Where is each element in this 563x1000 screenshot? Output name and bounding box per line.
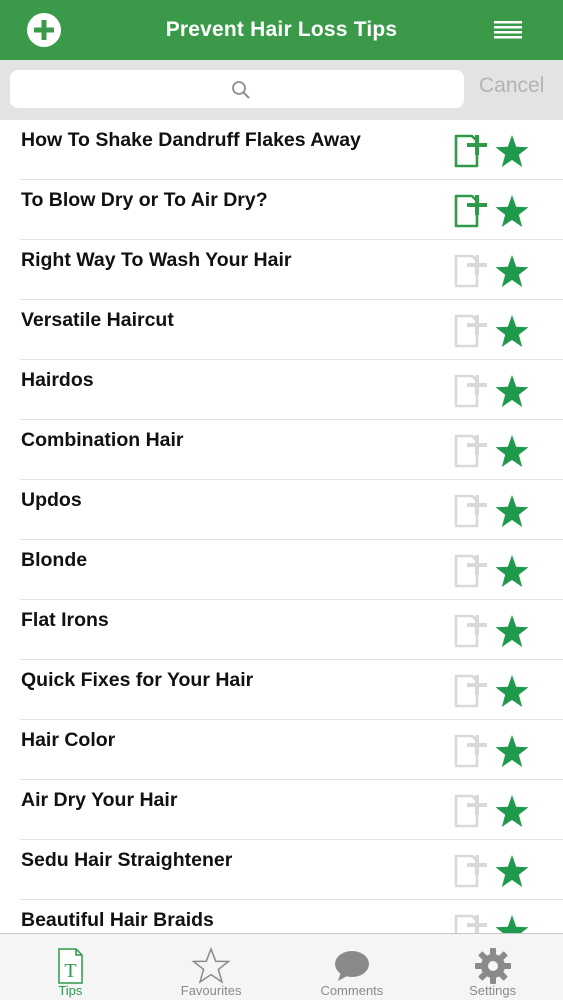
tip-title: Beautiful Hair Braids [21,909,214,931]
add-button[interactable] [27,13,61,47]
hamburger-menu-icon[interactable] [494,21,522,39]
tab-favourites-label: Favourites [180,983,242,998]
star-icon[interactable] [494,614,530,650]
list-item[interactable]: To Blow Dry or To Air Dry? [0,180,563,240]
add-to-favourites-icon[interactable] [452,911,490,933]
list-item[interactable]: Hairdos [0,360,563,420]
speech-bubble-icon [334,951,369,981]
search-bar: Cancel [0,60,563,120]
list-item[interactable]: Blonde [0,540,563,600]
add-to-favourites-icon[interactable] [452,731,490,769]
tab-favourites[interactable]: Favourites [141,934,282,1000]
list-item[interactable]: Beautiful Hair Braids [0,900,563,933]
tip-title: Hairdos [21,369,94,391]
tip-title: Sedu Hair Straightener [21,849,233,871]
add-to-favourites-icon[interactable] [452,191,490,229]
add-to-favourites-icon[interactable] [452,491,490,529]
add-to-favourites-icon[interactable] [452,671,490,709]
star-outline-icon [191,946,231,984]
tip-title: Air Dry Your Hair [21,789,178,811]
add-to-favourites-icon[interactable] [452,851,490,889]
page-title: Prevent Hair Loss Tips [165,18,398,41]
list-item[interactable]: Quick Fixes for Your Hair [0,660,563,720]
add-to-favourites-icon[interactable] [452,131,490,169]
search-input[interactable] [10,70,464,108]
tip-title: Versatile Haircut [21,309,174,331]
list-item[interactable]: Combination Hair [0,420,563,480]
tab-settings[interactable]: Settings [422,934,563,1000]
svg-text:T: T [65,960,77,982]
star-icon[interactable] [494,794,530,830]
tip-title: Flat Irons [21,609,109,631]
star-icon[interactable] [494,254,530,290]
star-icon[interactable] [494,554,530,590]
add-to-favourites-icon[interactable] [452,551,490,589]
tab-tips[interactable]: T Tips [0,934,141,1000]
star-icon[interactable] [494,314,530,350]
list-item[interactable]: Updos [0,480,563,540]
star-icon[interactable] [494,134,530,170]
tab-settings-label: Settings [469,983,517,998]
star-icon[interactable] [494,734,530,770]
list-item[interactable]: How To Shake Dandruff Flakes Away [0,120,563,180]
tips-list: How To Shake Dandruff Flakes Away To Blow… [0,120,563,933]
tab-comments-label: Comments [320,983,384,998]
add-to-favourites-icon[interactable] [452,431,490,469]
list-item[interactable]: Sedu Hair Straightener [0,840,563,900]
star-icon[interactable] [494,854,530,890]
add-to-favourites-icon[interactable] [452,611,490,649]
add-to-favourites-icon[interactable] [452,311,490,349]
star-icon[interactable] [494,674,530,710]
list-item[interactable]: Hair Color [0,720,563,780]
tip-title: Quick Fixes for Your Hair [21,669,254,691]
list-item[interactable]: Air Dry Your Hair [0,780,563,840]
list-item[interactable]: Right Way To Wash Your Hair [0,240,563,300]
star-icon[interactable] [494,374,530,410]
add-to-favourites-icon[interactable] [452,371,490,409]
list-item[interactable]: Versatile Haircut [0,300,563,360]
gear-icon [474,948,511,984]
tip-title: Right Way To Wash Your Hair [21,249,292,271]
tab-tips-label: Tips [58,983,83,998]
list-item[interactable]: Flat Irons [0,600,563,660]
add-to-favourites-icon[interactable] [452,791,490,829]
nav-bar: Prevent Hair Loss Tips [0,0,563,60]
star-icon[interactable] [494,434,530,470]
tab-bar: T Tips Favourites Comments Settings [0,933,563,1000]
cancel-button[interactable]: Cancel [479,74,544,98]
plus-circle-icon [34,20,54,40]
tip-title: To Blow Dry or To Air Dry? [21,189,268,211]
star-icon[interactable] [494,914,530,933]
tip-title: Updos [21,489,82,511]
star-icon[interactable] [494,494,530,530]
tip-title: Blonde [21,549,88,571]
tip-title: Combination Hair [21,429,184,451]
document-t-icon: T [58,948,84,984]
tip-title: Hair Color [21,729,116,751]
tab-comments[interactable]: Comments [282,934,423,1000]
search-field [10,70,464,108]
star-icon[interactable] [494,194,530,230]
tip-title: How To Shake Dandruff Flakes Away [21,129,361,151]
add-to-favourites-icon[interactable] [452,251,490,289]
